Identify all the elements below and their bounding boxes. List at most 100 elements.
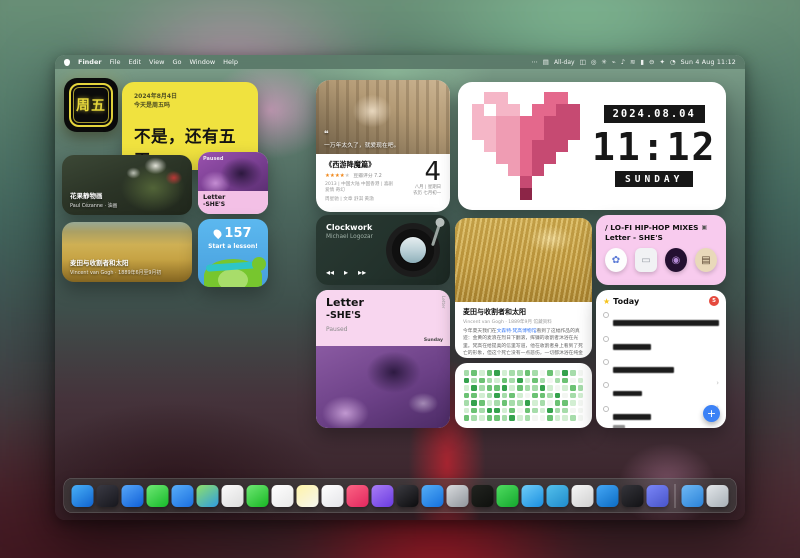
habit-cell (509, 393, 515, 399)
duolingo-streak-widget[interactable]: 157 Start a lesson! (198, 219, 268, 287)
cassette-cover[interactable]: ▤ (695, 248, 717, 272)
dock-icon-calendar[interactable] (272, 485, 294, 507)
mini-music-widget[interactable]: Paused Letter -SHE'S (198, 152, 268, 214)
screen-record-icon[interactable]: ◎ (591, 58, 597, 66)
habit-cell (509, 385, 515, 391)
habit-cell (532, 378, 538, 384)
dock-icon-settings[interactable] (447, 485, 469, 507)
dock-icon-trash[interactable] (707, 485, 729, 507)
habit-cell (525, 393, 531, 399)
apple-menu-icon[interactable] (64, 59, 70, 66)
control-center-icon[interactable]: ✦ (659, 58, 664, 66)
heart-pixel (520, 104, 532, 116)
heart-pixel (472, 128, 484, 140)
wheatfield-painting-widget[interactable]: 麦田与收割者和太阳 Vincent van Gogh · 1889年6月至9月初 (62, 222, 192, 282)
dock-icon-messages[interactable] (147, 485, 169, 507)
reminder-checkbox[interactable] (603, 312, 609, 318)
heart-pixel (520, 140, 532, 152)
dock-icon-appstore[interactable] (422, 485, 444, 507)
clockwork-music-widget[interactable]: Clockwork Michael Logozar ◂◂ ▸ ▸▸ (316, 215, 450, 285)
sticker-cover[interactable]: ✿ (605, 248, 627, 272)
menu-go[interactable]: Go (172, 58, 181, 66)
menu-finder[interactable]: Finder (78, 58, 102, 66)
dock-icon-notes[interactable] (297, 485, 319, 507)
reminder-list: ████ ██ █████ ███ ██████ ███ █████ ████ … (603, 309, 719, 428)
calendar-event-label[interactable]: All-day (554, 59, 575, 66)
dock-icon-downloads[interactable] (682, 485, 704, 507)
menu-view[interactable]: View (149, 58, 164, 66)
dock-icon-facetime[interactable] (247, 485, 269, 507)
battery-icon[interactable]: ▮ (640, 58, 644, 66)
dock-icon-mail[interactable] (172, 485, 194, 507)
dock-icon-chrome[interactable] (572, 485, 594, 507)
previous-track-button[interactable]: ◂◂ (326, 268, 334, 277)
dock-icon-reminders[interactable] (322, 485, 344, 507)
dock-icon-finder[interactable] (72, 485, 94, 507)
wifi-icon[interactable]: ≋ (630, 58, 635, 66)
habit-cell (509, 378, 515, 384)
letter-music-widget[interactable]: Letter -SHE'S Paused Letter Sunday (316, 290, 450, 428)
menu-edit[interactable]: Edit (128, 58, 141, 66)
reminder-checkbox[interactable] (603, 382, 609, 388)
reminder-checkbox[interactable] (603, 359, 609, 365)
heart-pixel (472, 164, 484, 176)
menu-file[interactable]: File (110, 58, 121, 66)
dock-icon-tv[interactable] (397, 485, 419, 507)
play-button[interactable]: ▸ (344, 268, 348, 277)
movie-calendar-widget[interactable]: ❝ 一万年太久了，就爱现在吧。 《西游降魔篇》 ★★★★★ 豆瓣评分 7.2 2… (316, 80, 450, 212)
artwork-info-widget[interactable]: 麦田与收割者和太阳 Vincent van Gogh · 1889年9月 馆藏资… (455, 218, 592, 358)
heart-pixel (544, 140, 556, 152)
quote-mark: ❝ (324, 129, 329, 138)
dock-icon-wechat[interactable] (497, 485, 519, 507)
museum-link[interactable]: 文森特·梵高博物馆 (497, 329, 537, 334)
side-label: Letter (441, 296, 446, 308)
dock-icon-maps[interactable] (197, 485, 219, 507)
reminder-checkbox[interactable] (603, 406, 609, 412)
dock-icon-photos[interactable] (222, 485, 244, 507)
chevron-right-icon[interactable]: › (716, 381, 719, 387)
menu-help[interactable]: Help (223, 58, 238, 66)
keyboard-brightness-icon[interactable]: ✳ (601, 58, 606, 66)
next-track-button[interactable]: ▸▸ (358, 268, 366, 277)
reminder-checkbox[interactable] (603, 336, 609, 342)
dock-icon-qq[interactable] (522, 485, 544, 507)
habit-cell (471, 378, 477, 384)
dock-icon-safari[interactable] (122, 485, 144, 507)
pixel-clock-widget[interactable]: 2024.08.04 11:12 SUNDAY (458, 82, 726, 210)
dock-icon-figma[interactable] (622, 485, 644, 507)
dock-icon-music[interactable] (347, 485, 369, 507)
cezanne-painting-widget[interactable]: 花果静物画 Paul Cézanne · 油画 (62, 155, 192, 215)
user-icon[interactable]: ◔ (670, 58, 676, 66)
heart-pixel (496, 164, 508, 176)
photo-of-screen: { "menu_bar": { "app_menus": ["Finder", … (0, 0, 800, 558)
dock-icon-telegram[interactable] (547, 485, 569, 507)
dock-icon-discord[interactable] (647, 485, 669, 507)
overflow-icon[interactable]: ⋯ (531, 58, 538, 66)
menu-window[interactable]: Window (190, 58, 216, 66)
menubar-clock[interactable]: Sun 4 Aug 11:12 (681, 59, 736, 66)
add-reminder-button[interactable]: + (703, 405, 720, 422)
habit-cell (464, 385, 470, 391)
habit-cell (555, 415, 561, 421)
dock-icon-vscode[interactable] (597, 485, 619, 507)
player-cover[interactable]: ▭ (635, 248, 657, 272)
today-reminders-widget[interactable]: ★ Today 5 ████ ██ █████ ███ ██████ ███ █… (596, 290, 726, 428)
now-playing-label: Letter - SHE'S (605, 233, 717, 242)
focus-icon[interactable]: ⊖ (649, 58, 654, 66)
friday-app-icon[interactable]: 周五 (64, 78, 118, 132)
dock-icon-spotify[interactable] (472, 485, 494, 507)
lofi-playlist-widget[interactable]: / LO-FI HIP-HOP MIXES▣ Letter - SHE'S ✿▭… (596, 215, 726, 285)
habit-tracker-widget[interactable] (455, 363, 592, 428)
dock-icon-launchpad[interactable] (97, 485, 119, 507)
dock-icon-podcasts[interactable] (372, 485, 394, 507)
vinyl-cover[interactable]: ◉ (665, 248, 687, 272)
streak-count: 157 (224, 226, 251, 241)
music-icon[interactable]: ♪ (621, 58, 625, 66)
charge-icon[interactable]: ⌁ (612, 58, 616, 66)
stage-manager-icon[interactable]: ▤ (543, 58, 549, 66)
habit-cell (509, 415, 515, 421)
screen-mirroring-icon[interactable]: ◫ (580, 58, 586, 66)
heart-pixel (508, 116, 520, 128)
heart-pixel (532, 104, 544, 116)
habit-cell (532, 400, 538, 406)
